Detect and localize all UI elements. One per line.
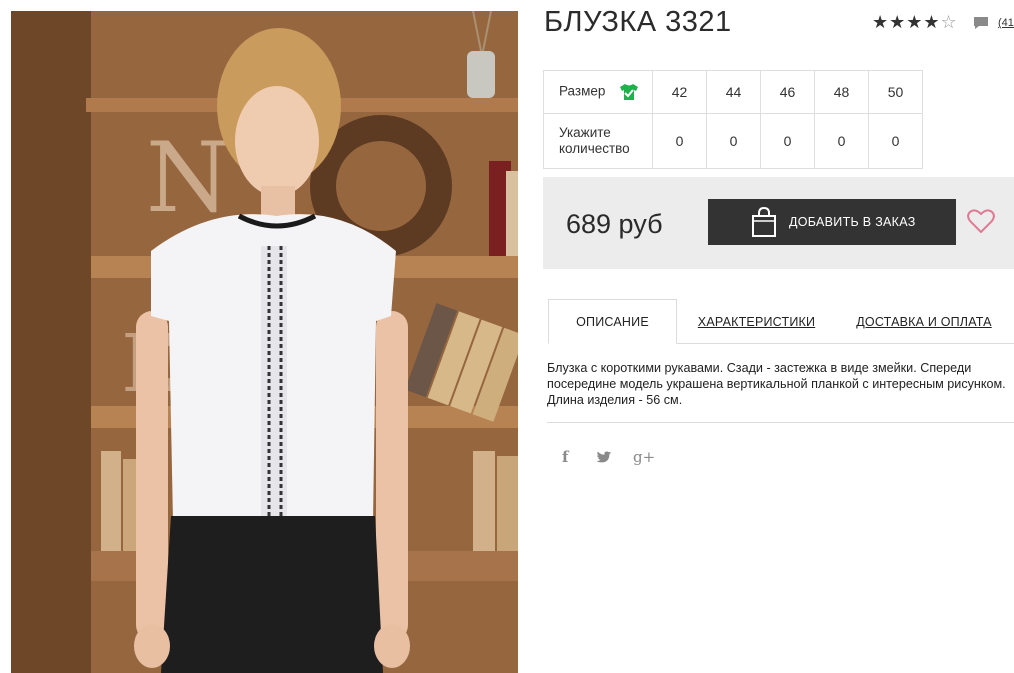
add-to-order-label: ДОБАВИТЬ В ЗАКАЗ — [789, 215, 916, 229]
quantity-input[interactable]: 0 — [706, 113, 761, 169]
size-table: Размер 42 44 46 48 50 Укажите количество… — [543, 70, 923, 169]
product-tabs: ОПИСАНИЕ ХАРАКТЕРИСТИКИ ДОСТАВКА И ОПЛАТ… — [548, 299, 1014, 344]
size-option[interactable]: 48 — [814, 70, 869, 114]
size-label: Размер — [559, 83, 606, 99]
star-icon: ★★★★ — [872, 12, 941, 32]
quantity-input[interactable]: 0 — [760, 113, 815, 169]
comments-link[interactable]: (41 — [998, 17, 1014, 29]
rating-stars[interactable]: ★★★★☆ — [872, 12, 958, 33]
size-option[interactable]: 46 — [760, 70, 815, 114]
size-row: Размер 42 44 46 48 50 — [543, 70, 923, 114]
heart-icon[interactable] — [967, 208, 995, 234]
svg-text:N: N — [146, 122, 230, 234]
google-plus-icon[interactable]: g+ — [633, 448, 655, 466]
quantity-input[interactable]: 0 — [652, 113, 707, 169]
divider — [547, 422, 1014, 423]
tab-delivery[interactable]: ДОСТАВКА И ОПЛАТА — [854, 299, 994, 344]
quantity-label-line2: количество — [559, 141, 630, 156]
quantity-input[interactable]: 0 — [814, 113, 869, 169]
quantity-input[interactable]: 0 — [868, 113, 923, 169]
size-option[interactable]: 44 — [706, 70, 761, 114]
buy-box: 689 руб ДОБАВИТЬ В ЗАКАЗ — [543, 177, 1014, 269]
quantity-row: Укажите количество 0 0 0 0 0 — [543, 113, 923, 169]
bag-icon — [752, 207, 776, 237]
add-to-order-button[interactable]: ДОБАВИТЬ В ЗАКАЗ — [708, 199, 956, 245]
shirt-icon[interactable] — [619, 83, 639, 101]
star-empty-icon: ☆ — [940, 12, 958, 32]
tab-delivery-label: ДОСТАВКА И ОПЛАТА — [856, 314, 992, 329]
quantity-label-line1: Укажите — [559, 125, 611, 140]
tab-description[interactable]: ОПИСАНИЕ — [548, 299, 677, 344]
quantity-label-cell: Укажите количество — [543, 113, 653, 169]
product-description: Блузка с короткими рукавами. Сзади - зас… — [547, 361, 1006, 407]
size-option[interactable]: 50 — [868, 70, 923, 114]
size-label-cell: Размер — [543, 70, 653, 114]
product-title: БЛУЗКА 3321 — [544, 6, 732, 38]
tab-description-label: ОПИСАНИЕ — [576, 314, 649, 329]
tab-characteristics-label: ХАРАКТЕРИСТИКИ — [697, 314, 816, 329]
comment-icon[interactable] — [973, 16, 989, 30]
product-photo[interactable]: N E — [11, 11, 518, 673]
size-option[interactable]: 42 — [652, 70, 707, 114]
tab-characteristics[interactable]: ХАРАКТЕРИСТИКИ — [693, 299, 820, 344]
twitter-icon[interactable] — [596, 451, 612, 465]
price: 689 руб — [566, 209, 663, 239]
facebook-icon[interactable]: f — [562, 448, 568, 466]
